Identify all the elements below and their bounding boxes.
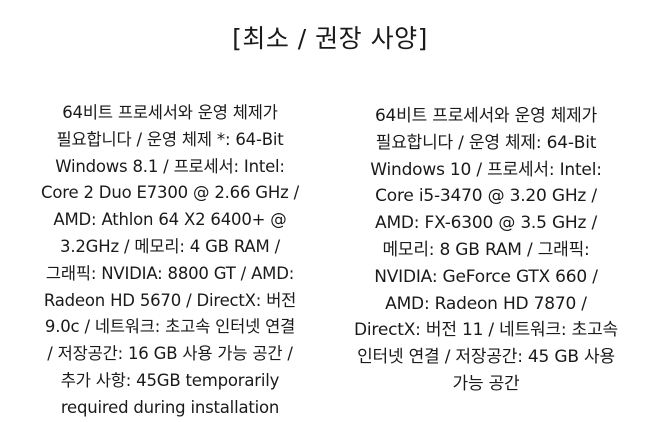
spec-line: Core i5-3470 @ 3.20 GHz /: [375, 186, 597, 207]
spec-line: Core 2 Duo E7300 @ 2.66 GHz /: [41, 183, 299, 203]
spec-line: 9.0c / 네트워크: 초고속 인터넷 연결: [44, 317, 296, 337]
spec-line: / 저장공간: 16 GB 사용 가능 공간 /: [47, 344, 293, 364]
spec-line: 64비트 프로세서와 운영 체제가: [62, 103, 278, 122]
recommended-requirements: 64비트 프로세서와 운영 체제가 필요합니다 / 운영 체제: 64-Bit …: [336, 103, 636, 398]
spec-line: AMD: Radeon HD 7870 /: [385, 293, 587, 314]
spec-line: 인터넷 연결 / 저장공간: 45 GB 사용: [357, 347, 615, 368]
spec-line: 메모리: 8 GB RAM / 그래픽:: [382, 239, 590, 260]
spec-line: DirectX: 버전 11 / 네트워크: 초고속: [354, 320, 618, 341]
spec-line: NVIDIA: GeForce GTX 660 /: [374, 266, 598, 287]
spec-line: 그래픽: NVIDIA: 8800 GT / AMD:: [45, 263, 295, 283]
spec-line: AMD: Athlon 64 X2 6400+ @: [53, 210, 287, 230]
specs-heading: [최소 / 권장 사양]: [232, 24, 428, 53]
spec-line: AMD: FX-6300 @ 3.5 GHz /: [375, 213, 597, 234]
minimum-requirements: 64비트 프로세서와 운영 체제가 필요합니다 / 운영 체제 *: 64-Bi…: [22, 100, 318, 422]
spec-line: 필요합니다 / 운영 체제 *: 64-Bit: [56, 129, 284, 149]
spec-line: 추가 사항: 45GB temporarily: [60, 370, 280, 390]
spec-line: 64비트 프로세서와 운영 체제가: [374, 106, 598, 126]
spec-line: 가능 공간: [452, 373, 520, 394]
spec-line: Windows 10 / 프로세서: Intel:: [370, 159, 602, 180]
spec-line: required during installation: [60, 397, 280, 417]
spec-line: 3.2GHz / 메모리: 4 GB RAM /: [60, 236, 280, 256]
spec-line: Windows 8.1 / 프로세서: Intel:: [55, 156, 285, 176]
spec-line: 필요합니다 / 운영 체제: 64-Bit: [375, 132, 597, 153]
spec-line: Radeon HD 5670 / DirectX: 버전: [43, 290, 297, 310]
